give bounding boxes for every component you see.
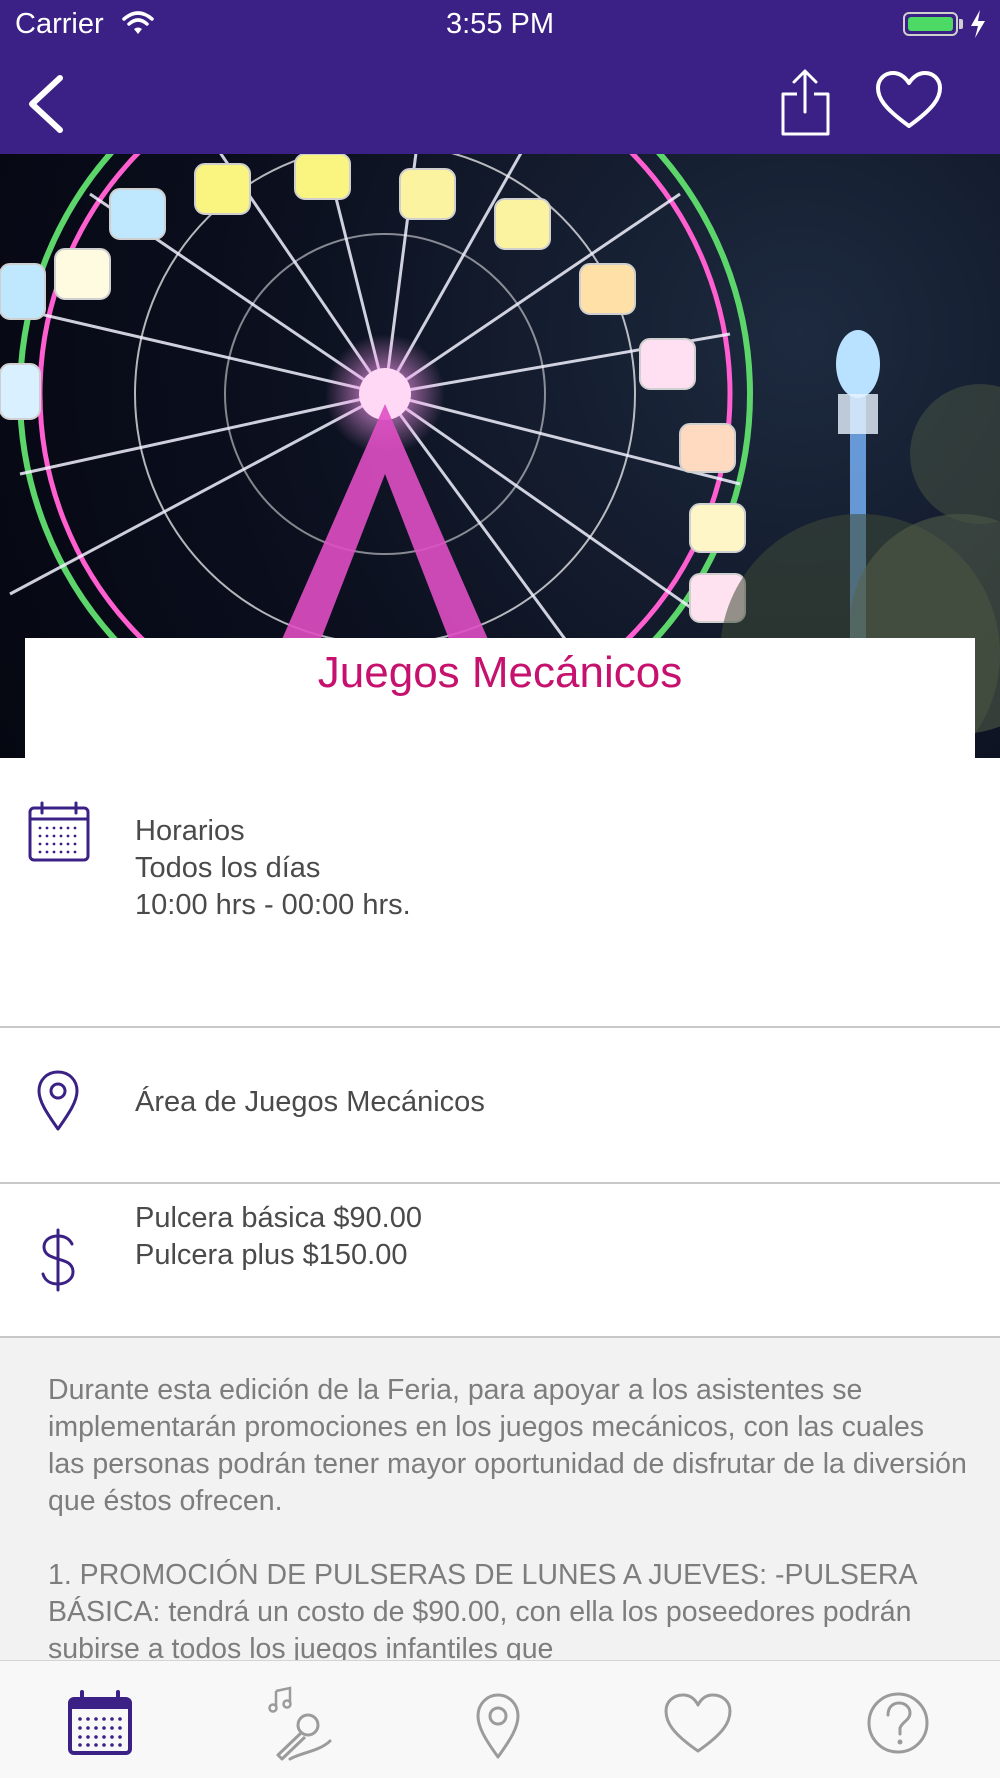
- event-description: Durante esta edición de la Feria, para a…: [0, 1338, 1000, 1660]
- share-button[interactable]: [772, 68, 838, 138]
- price-row: Pulcera básica $90.00 Pulcera plus $150.…: [0, 1186, 1000, 1338]
- tab-map[interactable]: [458, 1683, 538, 1763]
- map-pin-icon: [36, 1070, 80, 1137]
- map-pin-icon: [476, 1693, 520, 1759]
- schedule-heading: Horarios: [135, 815, 245, 847]
- dollar-icon: [38, 1228, 78, 1297]
- tab-help[interactable]: [858, 1683, 938, 1763]
- tab-favorites[interactable]: [658, 1683, 738, 1763]
- chevron-left-icon: [29, 75, 63, 133]
- event-title: Juegos Mecánicos: [317, 648, 683, 697]
- tab-artists[interactable]: [260, 1683, 340, 1763]
- schedule-days: Todos los días: [135, 852, 321, 884]
- navigation-bar: Carrier 3:55 PM: [0, 0, 1000, 154]
- heart-icon: [876, 71, 942, 128]
- location-row[interactable]: Área de Juegos Mecánicos: [0, 1030, 1000, 1184]
- tab-calendar[interactable]: [60, 1683, 140, 1763]
- event-title-card: Juegos Mecánicos: [25, 638, 975, 758]
- help-icon: [867, 1692, 929, 1754]
- singer-icon: [268, 1686, 332, 1761]
- favorite-button[interactable]: [874, 70, 944, 132]
- battery-icon: [903, 12, 958, 36]
- back-button[interactable]: [20, 70, 80, 136]
- price-text: Pulcera básica $90.00 Pulcera plus $150.…: [135, 1200, 422, 1274]
- schedule-row: Horarios Todos los días 10:00 hrs - 00:0…: [0, 758, 1000, 1028]
- description-paragraph: 1. PROMOCIÓN DE PULSERAS DE LUNES A JUEV…: [48, 1559, 916, 1660]
- tab-bar: [0, 1660, 1000, 1778]
- calendar-icon: [68, 1690, 132, 1755]
- schedule-text: Horarios Todos los días 10:00 hrs - 00:0…: [135, 813, 411, 924]
- description-paragraph: Durante esta edición de la Feria, para a…: [48, 1374, 967, 1517]
- status-bar: Carrier 3:55 PM: [0, 0, 1000, 50]
- price-plus: Pulcera plus $150.00: [135, 1239, 408, 1271]
- status-time: 3:55 PM: [446, 8, 554, 40]
- charging-icon: [968, 9, 988, 47]
- price-basic: Pulcera básica $90.00: [135, 1202, 422, 1234]
- calendar-icon: [28, 800, 90, 867]
- battery-cap: [959, 19, 963, 29]
- schedule-hours: 10:00 hrs - 00:00 hrs.: [135, 889, 411, 921]
- heart-icon: [664, 1693, 732, 1753]
- location-name: Área de Juegos Mecánicos: [135, 1086, 485, 1118]
- share-icon: [781, 69, 830, 136]
